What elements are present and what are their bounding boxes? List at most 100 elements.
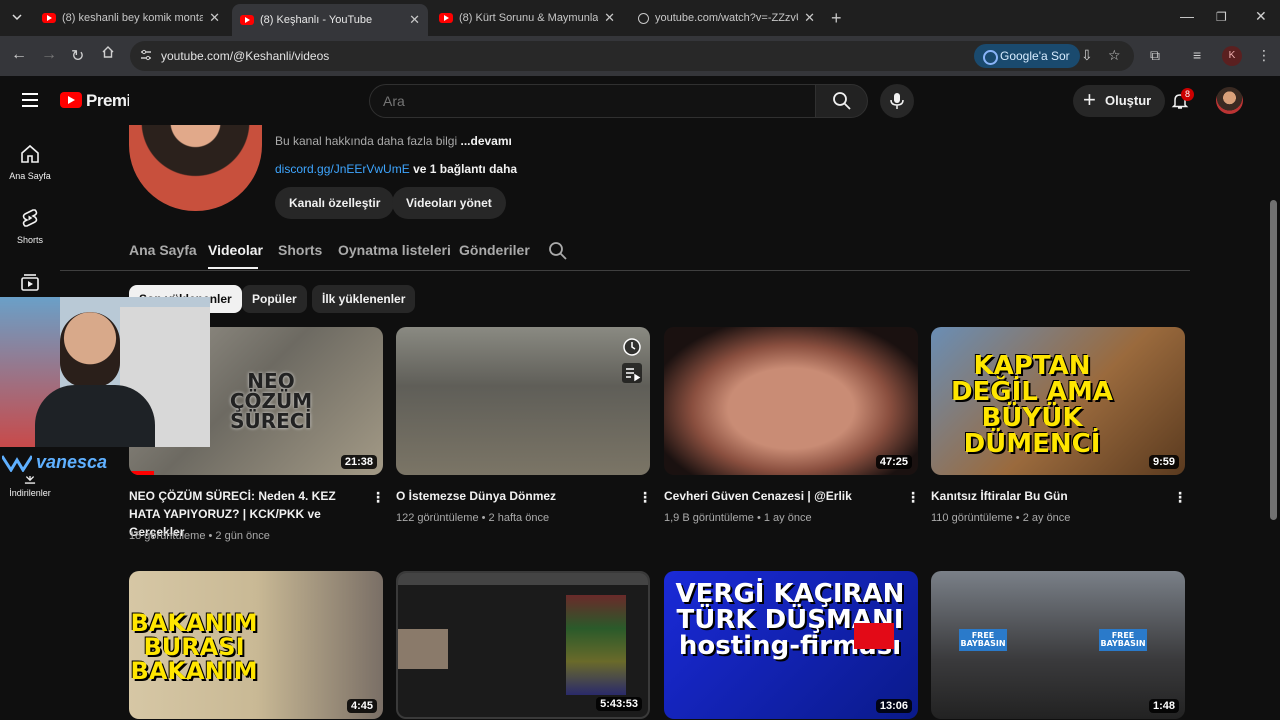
video-menu-icon[interactable]: ⋮ bbox=[371, 489, 385, 506]
webcam-person-body bbox=[35, 385, 155, 447]
browser-tab[interactable]: youtube.com/watch?v=-ZZzvU ✕ bbox=[630, 4, 823, 32]
extensions-icon[interactable]: ⧉ bbox=[1150, 47, 1160, 64]
close-tab-icon[interactable]: ✕ bbox=[409, 12, 420, 28]
webcam-overlay bbox=[0, 297, 210, 447]
screenshot-browser-bar bbox=[398, 573, 648, 585]
ask-google-button[interactable]: Google'a Sor bbox=[974, 44, 1080, 68]
add-to-queue-icon[interactable] bbox=[622, 363, 642, 383]
home-button-icon[interactable] bbox=[101, 45, 115, 64]
video-title[interactable]: Kanıtsız İftiralar Bu Gün bbox=[931, 487, 1161, 505]
tab-title: (8) Kürt Sorunu & Maymunların bbox=[459, 12, 599, 24]
video-meta: 18 görüntüleme • 2 gün önce bbox=[129, 530, 270, 542]
browser-tab-strip: (8) keshanli bey komik montaj ✕ (8) Keşh… bbox=[0, 0, 1280, 36]
screenshot-sidebar bbox=[566, 595, 626, 695]
search-box[interactable] bbox=[369, 84, 816, 118]
manage-videos-button[interactable]: Videoları yönet bbox=[392, 187, 506, 219]
reload-icon[interactable]: ↻ bbox=[71, 46, 84, 66]
watch-later-icon[interactable] bbox=[622, 337, 642, 357]
youtube-favicon-icon bbox=[240, 15, 254, 25]
video-menu-icon[interactable]: ⋮ bbox=[638, 489, 652, 506]
video-thumbnail[interactable]: BAKANIM BURASI BAKANIM 4:45 bbox=[129, 571, 383, 719]
close-tab-icon[interactable]: ✕ bbox=[209, 10, 220, 26]
guide-item-label: Ana Sayfa bbox=[9, 171, 51, 181]
duration-badge: 47:25 bbox=[875, 455, 912, 469]
video-thumbnail[interactable]: VERGİ KAÇIRAN TÜRK DÜŞMANI hosting-firma… bbox=[664, 571, 918, 719]
duration-badge: 4:45 bbox=[346, 699, 377, 713]
video-title[interactable]: O İstemezse Dünya Dönmez bbox=[396, 487, 626, 505]
video-title[interactable]: Cevheri Güven Cenazesi | @Erlik bbox=[664, 487, 894, 505]
upload-age: 2 gün önce bbox=[215, 530, 270, 542]
tab-posts[interactable]: Gönderiler bbox=[459, 242, 530, 258]
subscriptions-icon bbox=[21, 274, 39, 291]
search-button[interactable] bbox=[815, 84, 868, 118]
window-close-icon[interactable]: ✕ bbox=[1255, 8, 1267, 25]
chevron-down-icon bbox=[12, 14, 22, 21]
webcam-person-head bbox=[60, 312, 120, 387]
search-input[interactable] bbox=[383, 93, 783, 109]
description-more-link[interactable]: ...devamı bbox=[460, 134, 511, 148]
chip-oldest[interactable]: İlk yüklenenler bbox=[312, 285, 416, 313]
video-thumbnail[interactable]: FREE BAYBASIN FREE BAYBASIN 1:48 bbox=[931, 571, 1185, 719]
tab-videos[interactable]: Videolar bbox=[208, 242, 263, 258]
watch-progress-bar bbox=[129, 471, 155, 475]
view-count: 1,9 B görüntüleme bbox=[664, 512, 754, 524]
close-tab-icon[interactable]: ✕ bbox=[804, 10, 815, 26]
site-settings-icon[interactable] bbox=[140, 49, 152, 61]
channel-description[interactable]: Bu kanal hakkında daha fazla bilgi ...de… bbox=[275, 134, 512, 148]
browser-menu-icon[interactable]: ⋮ bbox=[1257, 47, 1271, 64]
close-tab-icon[interactable]: ✕ bbox=[604, 10, 615, 26]
globe-icon bbox=[638, 12, 649, 24]
tab-shorts[interactable]: Shorts bbox=[278, 242, 322, 258]
restore-icon[interactable]: ❐ bbox=[1216, 10, 1227, 24]
browser-profile-avatar[interactable]: K bbox=[1222, 46, 1242, 66]
reading-list-icon[interactable]: ≡ bbox=[1193, 47, 1201, 63]
guide-item-subscriptions[interactable] bbox=[0, 271, 60, 299]
video-thumbnail[interactable]: KAPTAN DEĞİL AMA BÜYÜK DÜMENCİ 9:59 bbox=[931, 327, 1185, 475]
voice-search-button[interactable] bbox=[880, 84, 914, 118]
video-thumbnail[interactable] bbox=[396, 327, 650, 475]
minimize-icon[interactable]: — bbox=[1180, 8, 1194, 24]
browser-tab[interactable]: (8) keshanli bey komik montaj ✕ bbox=[34, 4, 228, 32]
tab-playlists[interactable]: Oynatma listeleri bbox=[338, 242, 451, 258]
duration-badge: 21:38 bbox=[340, 455, 377, 469]
back-icon[interactable]: ← bbox=[11, 46, 27, 64]
video-thumbnail[interactable]: 47:25 bbox=[664, 327, 918, 475]
screenshot-webcam bbox=[398, 629, 448, 669]
customize-channel-button[interactable]: Kanalı özelleştir bbox=[275, 187, 395, 219]
install-app-icon[interactable]: ⇩ bbox=[1081, 47, 1093, 64]
video-menu-icon[interactable]: ⋮ bbox=[1173, 489, 1187, 506]
youtube-logo-icon[interactable] bbox=[60, 92, 82, 108]
browser-tab[interactable]: (8) Kürt Sorunu & Maymunların ✕ bbox=[431, 4, 623, 32]
view-count: 122 görüntüleme bbox=[396, 512, 479, 524]
tab-search-button[interactable] bbox=[8, 8, 26, 26]
video-menu-icon[interactable]: ⋮ bbox=[906, 489, 920, 506]
channel-avatar[interactable] bbox=[129, 84, 262, 211]
video-meta: 122 görüntüleme • 2 hafta önce bbox=[396, 512, 550, 524]
forward-icon[interactable]: → bbox=[41, 46, 57, 64]
new-tab-button[interactable]: + bbox=[831, 8, 842, 29]
video-thumbnail[interactable]: 5:43:53 bbox=[396, 571, 650, 719]
guide-item-home[interactable]: Ana Sayfa bbox=[0, 143, 60, 181]
upload-age: 1 ay önce bbox=[763, 512, 812, 524]
browser-tab-active[interactable]: (8) Keşhanlı - YouTube ✕ bbox=[232, 4, 428, 36]
more-links-text[interactable]: ve 1 bağlantı daha bbox=[413, 162, 517, 176]
microphone-icon bbox=[890, 93, 904, 109]
url-text: youtube.com/@Keshanli/videos bbox=[161, 49, 330, 63]
guide-menu-icon[interactable] bbox=[22, 93, 38, 107]
create-button[interactable]: Oluştur bbox=[1073, 84, 1166, 117]
channel-search-icon[interactable] bbox=[548, 241, 568, 261]
active-tab-indicator bbox=[208, 267, 258, 269]
chip-popular[interactable]: Popüler bbox=[242, 285, 307, 313]
duration-badge: 13:06 bbox=[875, 699, 912, 713]
scrollbar-thumb[interactable] bbox=[1270, 200, 1277, 520]
tab-home[interactable]: Ana Sayfa bbox=[129, 242, 197, 258]
overlay-logo: vanesca bbox=[0, 448, 128, 476]
bookmark-star-icon[interactable]: ☆ bbox=[1108, 47, 1121, 64]
turkish-flag-icon bbox=[854, 623, 894, 649]
guide-item-label: İndirilenler bbox=[9, 488, 51, 498]
channel-link-url[interactable]: discord.gg/JnEErVwUmE bbox=[275, 162, 410, 176]
account-avatar[interactable] bbox=[1216, 87, 1243, 114]
notification-count-badge: 8 bbox=[1181, 88, 1195, 101]
tab-title: youtube.com/watch?v=-ZZzvU bbox=[655, 12, 799, 24]
channel-tabs: Ana Sayfa Videolar Shorts Oynatma listel… bbox=[0, 230, 1280, 270]
